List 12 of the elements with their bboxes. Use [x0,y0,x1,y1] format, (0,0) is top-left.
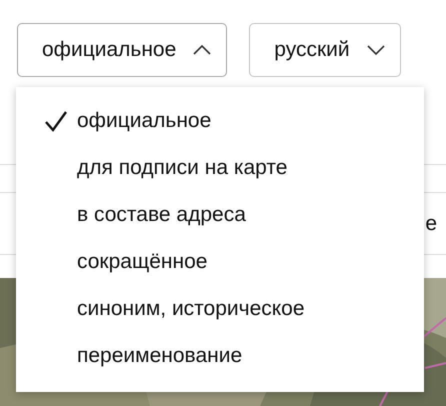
menu-item[interactable]: в составе адреса [16,191,424,238]
caret-icon [192,44,212,56]
select-button[interactable]: русский [249,23,401,77]
caret-icon [366,44,386,56]
select-button[interactable]: официальное [17,23,228,77]
field-text: е [425,212,437,236]
menu-item[interactable]: официальное [16,97,424,144]
menu-item[interactable]: синоним, историческое [16,285,424,332]
menu-item[interactable]: для подписи на карте [16,144,424,191]
menu-item[interactable]: сокращённое [16,238,424,285]
checkmark-icon [44,110,68,132]
menu-item[interactable]: переименование [16,332,424,379]
